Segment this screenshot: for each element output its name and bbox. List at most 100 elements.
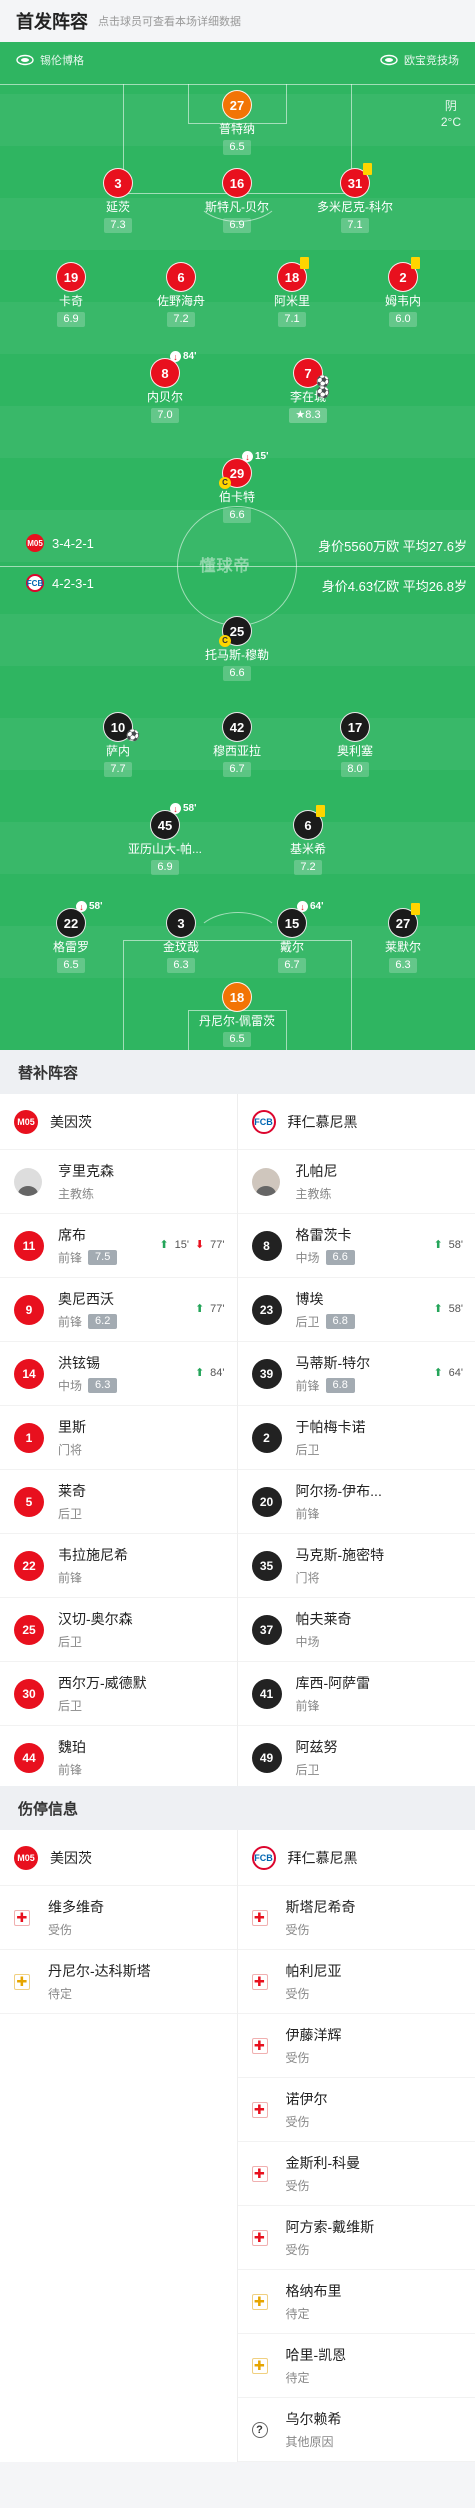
- pitch-player[interactable]: 10 ⚽ 萨内 7.7: [73, 712, 163, 777]
- home-squad-value: 身价5560万欧 平均27.6岁: [318, 539, 467, 554]
- player-name: 戴尔: [279, 940, 304, 954]
- player-info: 西尔万-威德默 后卫: [58, 1673, 147, 1714]
- text: 84': [210, 1366, 225, 1379]
- pitch-player[interactable]: 27 普特纳 6.5: [192, 90, 282, 155]
- sub-player[interactable]: 39 马蒂斯-特尔 前锋 6.8 ⬆ 64': [237, 1342, 475, 1406]
- sub-player[interactable]: 23 博埃 后卫 6.8 ⬆ 58': [237, 1278, 475, 1342]
- player-info: 马蒂斯-特尔 前锋 6.8: [295, 1353, 370, 1394]
- sub-player[interactable]: 35 马克斯-施密特 门将: [237, 1534, 475, 1598]
- pitch-player[interactable]: 29 ↓ 15' C 伯卡特 6.6: [192, 451, 282, 523]
- pitch-player[interactable]: 7 ⚽⚽ 李在城 ★8.3: [263, 358, 353, 423]
- pitch-player[interactable]: 22 ↓ 58' 格雷罗 6.5: [26, 901, 116, 973]
- player-position: 待定: [48, 1987, 73, 2001]
- player-rating: 6.0: [389, 312, 417, 327]
- player-rating: 6.8: [325, 1314, 355, 1329]
- player-position: 门将: [295, 1571, 320, 1585]
- sub-player[interactable]: 22 韦拉施尼希 前锋: [0, 1534, 237, 1598]
- player-name: 姆韦内: [384, 294, 421, 308]
- pitch-player[interactable]: 18 阿米里 7.1: [247, 257, 337, 327]
- pitch-player[interactable]: 45 ↓ 58' 亚历山大-帕... 6.9: [120, 803, 210, 875]
- pitch-player[interactable]: 16 斯特凡-贝尔 6.9: [192, 168, 282, 233]
- shirt-number: 31: [340, 163, 372, 198]
- subs-table: M05 美因茨 亨里克森 主教练 11 席布 前锋 7.5 ⬆ 15' ⬇ 77' 9 奥尼西沃 前锋…: [0, 1094, 475, 1790]
- pitch-player[interactable]: 2 姆韦内 6.0: [358, 257, 448, 327]
- sub-player[interactable]: 9 奥尼西沃 前锋 6.2 ⬆ 77': [0, 1278, 237, 1342]
- injured-player[interactable]: ✚ 丹尼尔-达科斯塔 待定: [0, 1950, 237, 2014]
- pitch-player[interactable]: 27 莱默尔 6.3: [358, 903, 448, 973]
- injured-player[interactable]: ✚ 帕利尼亚 受伤: [237, 1950, 475, 2014]
- pitch-player[interactable]: 6 佐野海舟 7.2: [136, 262, 226, 327]
- sub-player[interactable]: 30 西尔万-威德默 后卫: [0, 1662, 237, 1726]
- player-name: 拜仁慕尼黑: [287, 1849, 358, 1866]
- pitch-player[interactable]: 17 奥利塞 8.0: [310, 712, 400, 777]
- player-name: 亚历山大-帕...: [128, 842, 202, 856]
- text: 前锋: [295, 1379, 320, 1393]
- player-name: 阿尔扬-伊布...: [295, 1483, 382, 1499]
- player-info: 汉切-奥尔森 后卫: [58, 1609, 133, 1650]
- away-team-name: 拜仁慕尼黑: [287, 1113, 358, 1130]
- shirt-number: 44: [14, 1742, 44, 1773]
- yellow-card-icon: [411, 257, 420, 269]
- sub-player[interactable]: 5 莱奇 后卫: [0, 1470, 237, 1534]
- player-name: 席布: [58, 1227, 86, 1243]
- injured-player[interactable]: ✚ 维多维奇 受伤: [0, 1886, 237, 1950]
- player-info: 阿方索-戴维斯 受伤: [286, 2217, 375, 2258]
- sub-player[interactable]: 44 魏珀 前锋: [0, 1726, 237, 1790]
- pitch-player[interactable]: 3 延茨 7.3: [73, 168, 163, 233]
- pitch-player[interactable]: 18 丹尼尔-佩雷茨 6.5: [192, 982, 282, 1047]
- injured-player[interactable]: ✚ 斯塔尼希奇 受伤: [237, 1886, 475, 1950]
- shirt-number: 35: [251, 1550, 282, 1581]
- sub-player[interactable]: 8 格雷茨卡 中场 6.6 ⬆ 58': [237, 1214, 475, 1278]
- player-rating: 7.1: [278, 312, 306, 327]
- player-rating: 8.0: [341, 762, 369, 777]
- injured-player[interactable]: ✚ 诺伊尔 受伤: [237, 2078, 475, 2142]
- sub-player[interactable]: 14 洪铉锡 中场 6.3 ⬆ 84': [0, 1342, 237, 1406]
- pitch-player[interactable]: 31 多米尼克-科尔 7.1: [310, 163, 400, 233]
- player-name: 莱默尔: [384, 940, 421, 954]
- pitch-player[interactable]: 15 ↓ 64' 戴尔 6.7: [247, 901, 337, 973]
- away-coach[interactable]: 孔帕尼 主教练: [237, 1150, 475, 1214]
- player-name: 里斯: [58, 1419, 86, 1435]
- player-position: 后卫: [295, 1763, 320, 1777]
- shirt-number: 2: [251, 1422, 282, 1453]
- sub-player[interactable]: 20 阿尔扬-伊布... 前锋: [237, 1470, 475, 1534]
- pitch-player[interactable]: 25 C 托马斯-穆勒 6.6: [192, 616, 282, 681]
- pitch-player[interactable]: 6 基米希 7.2: [263, 805, 353, 875]
- player-info: 阿兹努 后卫: [296, 1737, 338, 1778]
- player-info: 帕夫莱奇 中场: [296, 1609, 352, 1650]
- shirt-number: 2: [388, 257, 420, 292]
- sub-player[interactable]: 41 库西-阿萨雷 前锋: [237, 1662, 475, 1726]
- injured-player[interactable]: ✚ 阿方索-戴维斯 受伤: [237, 2206, 475, 2270]
- home-coach[interactable]: 亨里克森 主教练: [0, 1150, 237, 1214]
- pitch-player[interactable]: 8 ↓ 84' 内贝尔 7.0: [120, 351, 210, 423]
- player-position: 受伤: [285, 2179, 310, 2193]
- injured-player[interactable]: ✚ 伊藤洋辉 受伤: [237, 2014, 475, 2078]
- sub-player[interactable]: 37 帕夫莱奇 中场: [237, 1598, 475, 1662]
- player-name: 卡奇: [58, 294, 83, 308]
- injured-player[interactable]: ? 乌尔赖希 其他原因: [237, 2398, 475, 2462]
- player-info: 博埃 后卫 6.8: [296, 1289, 355, 1330]
- shirt-number: 1: [14, 1422, 44, 1453]
- sub-events: ⬆ 58': [433, 1302, 463, 1316]
- pitch-player[interactable]: 42 穆西亚拉 6.7: [192, 712, 282, 777]
- sub-player[interactable]: 49 阿兹努 后卫: [237, 1726, 475, 1790]
- text: 15': [174, 1238, 189, 1251]
- home-venue: 锡伦博格: [16, 52, 84, 68]
- text: 中场: [295, 1251, 320, 1265]
- injured-player[interactable]: ✚ 金斯利-科曼 受伤: [237, 2142, 475, 2206]
- injured-player[interactable]: ✚ 哈里-凯恩 待定: [237, 2334, 475, 2398]
- pitch-player[interactable]: 3 金玟哉 6.3: [136, 908, 226, 973]
- text: 58': [448, 1238, 463, 1251]
- goal-icons: ⚽⚽: [316, 376, 330, 399]
- sub-off-icon: ↓: [76, 901, 87, 912]
- player-info: 奥尼西沃 前锋 6.2: [58, 1289, 118, 1330]
- sub-player[interactable]: 25 汉切-奥尔森 后卫: [0, 1598, 237, 1662]
- pitch-player[interactable]: 19 卡奇 6.9: [26, 262, 116, 327]
- sub-player[interactable]: 1 里斯 门将: [0, 1406, 237, 1470]
- sub-in-icon: ⬆: [194, 1367, 205, 1379]
- injured-player[interactable]: ✚ 格纳布里 待定: [237, 2270, 475, 2334]
- sub-player[interactable]: 11 席布 前锋 7.5 ⬆ 15' ⬇ 77': [0, 1214, 237, 1278]
- sub-player[interactable]: 2 于帕梅卡诺 后卫: [237, 1406, 475, 1470]
- shirt-number: 25: [14, 1614, 44, 1645]
- injury-title: 伤停信息: [0, 1786, 475, 1830]
